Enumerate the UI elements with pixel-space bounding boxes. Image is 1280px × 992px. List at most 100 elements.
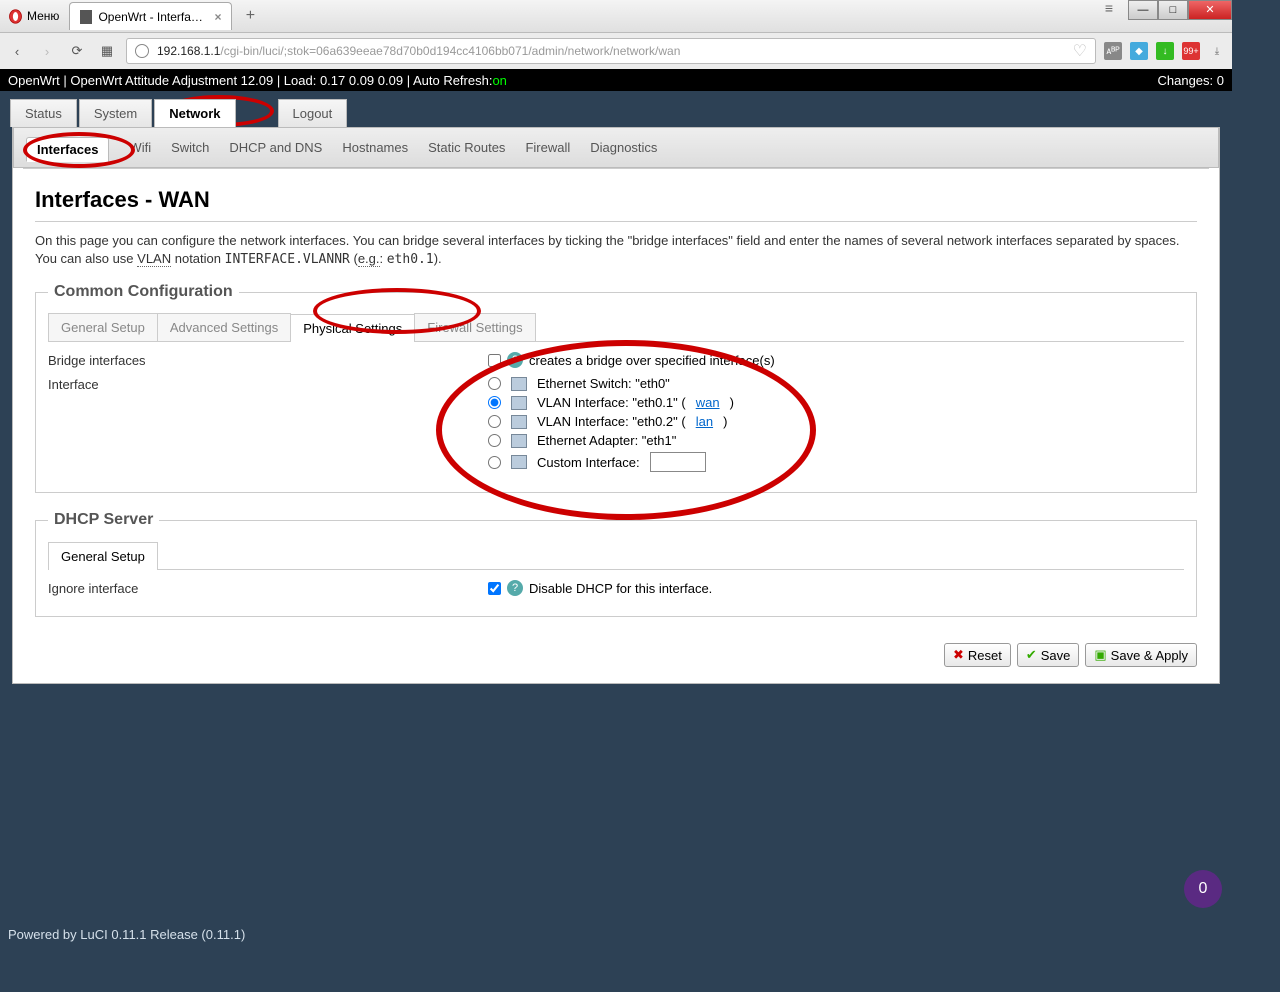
sub-tab-static-routes[interactable]: Static Routes <box>428 140 505 161</box>
interface-radio-row: Custom Interface: <box>488 452 734 472</box>
window-minimize-button[interactable]: — <box>1128 0 1158 20</box>
dhcp-legend: DHCP Server <box>48 511 159 529</box>
interface-radio-label: Custom Interface: <box>537 455 640 470</box>
apply-ok-icon: ▣ <box>1094 647 1106 663</box>
download-icon[interactable]: ↓ <box>1156 42 1174 60</box>
window-close-button[interactable]: ✕ <box>1188 0 1232 20</box>
address-bar-row: ‹ › ⟳ ▦ 192.168.1.1/cgi-bin/luci/;stok=0… <box>0 33 1232 69</box>
address-bar[interactable]: 192.168.1.1/cgi-bin/luci/;stok=06a639eea… <box>126 38 1096 64</box>
page-description: On this page you can configure the netwo… <box>35 232 1197 269</box>
interface-radio[interactable] <box>488 377 501 390</box>
interface-radio-label: Ethernet Switch: "eth0" <box>537 376 670 391</box>
help-icon[interactable]: ? <box>507 352 523 368</box>
ignore-checkbox[interactable] <box>488 582 501 595</box>
opera-logo-icon <box>8 9 23 24</box>
sub-tab-firewall[interactable]: Firewall <box>525 140 570 161</box>
browser-tab[interactable]: OpenWrt - Interfaces - Lu × <box>69 2 232 30</box>
main-tab-system[interactable]: System <box>79 99 152 127</box>
footer-text: Powered by LuCI 0.11.1 Release (0.11.1) <box>8 927 245 942</box>
sub-tab-switch[interactable]: Switch <box>171 140 209 161</box>
reload-button[interactable]: ⟳ <box>66 40 88 62</box>
custom-interface-input[interactable] <box>650 452 706 472</box>
interface-radio-label: Ethernet Adapter: "eth1" <box>537 433 676 448</box>
bridge-checkbox[interactable] <box>488 354 501 367</box>
network-device-icon <box>511 455 527 469</box>
sub-tab-wifi[interactable]: Wifi <box>129 140 151 161</box>
main-tabs: StatusSystemNetwork Logout <box>0 91 1232 127</box>
sub-tab-interfaces[interactable]: Interfaces <box>26 137 109 162</box>
floating-counter-badge[interactable]: 0 <box>1184 870 1222 908</box>
sub-tab-dhcp-and-dns[interactable]: DHCP and DNS <box>229 140 322 161</box>
interface-label: Interface <box>48 376 488 392</box>
bookmark-heart-icon[interactable]: ♡ <box>1073 41 1087 61</box>
forward-button[interactable]: › <box>36 40 58 62</box>
save-ok-icon: ✔ <box>1026 647 1037 663</box>
interface-radio[interactable] <box>488 456 501 469</box>
inner-tab-general-setup[interactable]: General Setup <box>48 313 158 341</box>
badge-99-icon[interactable]: 99+ <box>1182 42 1200 60</box>
inner-tab-firewall-settings[interactable]: Firewall Settings <box>414 313 535 341</box>
toolbar-icons: ᴀᴮᴾ ◆ ↓ 99+ ⤓ <box>1104 42 1226 60</box>
window-controls: ≡ — □ ✕ <box>1098 0 1232 20</box>
browser-chrome: Меню OpenWrt - Interfaces - Lu × + ≡ — □… <box>0 0 1232 69</box>
header-text: OpenWrt | OpenWrt Attitude Adjustment 12… <box>8 73 492 88</box>
panel-menu-icon[interactable]: ≡ <box>1098 0 1120 20</box>
tab-title: OpenWrt - Interfaces - Lu <box>98 10 208 24</box>
interface-radio-label: VLAN Interface: "eth0.2" ( <box>537 414 686 429</box>
page-panel: Interfaces Wifi Switch DHCP and DNS Hostname… <box>12 127 1220 684</box>
changes-counter[interactable]: Changes: 0 <box>1158 73 1225 88</box>
ignore-control: ? Disable DHCP for this interface. <box>488 580 1184 596</box>
interface-control: Ethernet Switch: "eth0" VLAN Interface: "… <box>488 376 1184 472</box>
page-title: Interfaces - WAN <box>35 187 1197 213</box>
inner-tab-advanced-settings[interactable]: Advanced Settings <box>157 313 291 341</box>
ignore-row: Ignore interface ? Disable DHCP for this… <box>48 580 1184 596</box>
sub-tabs: Interfaces Wifi Switch DHCP and DNS Hostname… <box>14 134 1218 167</box>
dhcp-fieldset: DHCP Server General Setup Ignore interfa… <box>35 511 1197 617</box>
interface-radio[interactable] <box>488 415 501 428</box>
bridge-control: ? creates a bridge over specified interf… <box>488 352 1184 368</box>
window-maximize-button[interactable]: □ <box>1158 0 1188 20</box>
save-button[interactable]: ✔Save <box>1017 643 1080 667</box>
sub-tab-hostnames[interactable]: Hostnames <box>342 140 408 161</box>
site-info-icon[interactable] <box>135 44 149 58</box>
bridge-label: Bridge interfaces <box>48 352 488 368</box>
dhcp-tab-general[interactable]: General Setup <box>48 542 158 570</box>
main-tab-network[interactable]: Network <box>154 99 235 127</box>
network-device-icon <box>511 434 527 448</box>
abp-icon[interactable]: ᴀᴮᴾ <box>1104 42 1122 60</box>
inner-tabs: General SetupAdvanced SettingsPhysical S… <box>48 313 1184 342</box>
sub-tabs-bar: Interfaces Wifi Switch DHCP and DNS Hostname… <box>13 127 1219 168</box>
browser-tab-strip: Меню OpenWrt - Interfaces - Lu × + ≡ — □… <box>0 0 1232 33</box>
extension-a-icon[interactable]: ◆ <box>1130 42 1148 60</box>
network-device-icon <box>511 415 527 429</box>
downloads-arrow-icon[interactable]: ⤓ <box>1208 42 1226 60</box>
new-tab-button[interactable]: + <box>238 7 262 25</box>
main-tab-logout[interactable]: Logout <box>278 99 348 127</box>
back-button[interactable]: ‹ <box>6 40 28 62</box>
dhcp-inner-tabs: General Setup <box>48 541 1184 570</box>
speed-dial-button[interactable]: ▦ <box>96 40 118 62</box>
sub-tab-diagnostics[interactable]: Diagnostics <box>590 140 657 161</box>
interface-link[interactable]: lan <box>696 414 713 429</box>
main-tab-status[interactable]: Status <box>10 99 77 127</box>
url-text: 192.168.1.1/cgi-bin/luci/;stok=06a639eea… <box>157 44 1065 58</box>
bridge-row: Bridge interfaces ? creates a bridge ove… <box>48 352 1184 368</box>
bridge-hint: creates a bridge over specified interfac… <box>529 353 775 368</box>
interface-radio-row: Ethernet Adapter: "eth1" <box>488 433 734 448</box>
interface-link[interactable]: wan <box>696 395 720 410</box>
reset-x-icon: ✖ <box>953 647 964 663</box>
opera-menu-label[interactable]: Меню <box>27 9 59 23</box>
save-apply-button[interactable]: ▣Save & Apply <box>1085 643 1197 667</box>
reset-button[interactable]: ✖Reset <box>944 643 1011 667</box>
interface-radio-row: VLAN Interface: "eth0.2" (lan) <box>488 414 734 429</box>
interface-radio[interactable] <box>488 396 501 409</box>
openwrt-header: OpenWrt | OpenWrt Attitude Adjustment 12… <box>0 69 1232 91</box>
ignore-label: Ignore interface <box>48 580 488 596</box>
tab-close-icon[interactable]: × <box>214 10 221 24</box>
inner-tab-physical-settings[interactable]: Physical Settings <box>290 314 415 342</box>
interface-radio[interactable] <box>488 434 501 447</box>
help-icon[interactable]: ? <box>507 580 523 596</box>
common-config-fieldset: Common Configuration General SetupAdvanc… <box>35 283 1197 493</box>
interface-radio-row: Ethernet Switch: "eth0" <box>488 376 734 391</box>
content: Interfaces - WAN On this page you can co… <box>23 168 1209 683</box>
